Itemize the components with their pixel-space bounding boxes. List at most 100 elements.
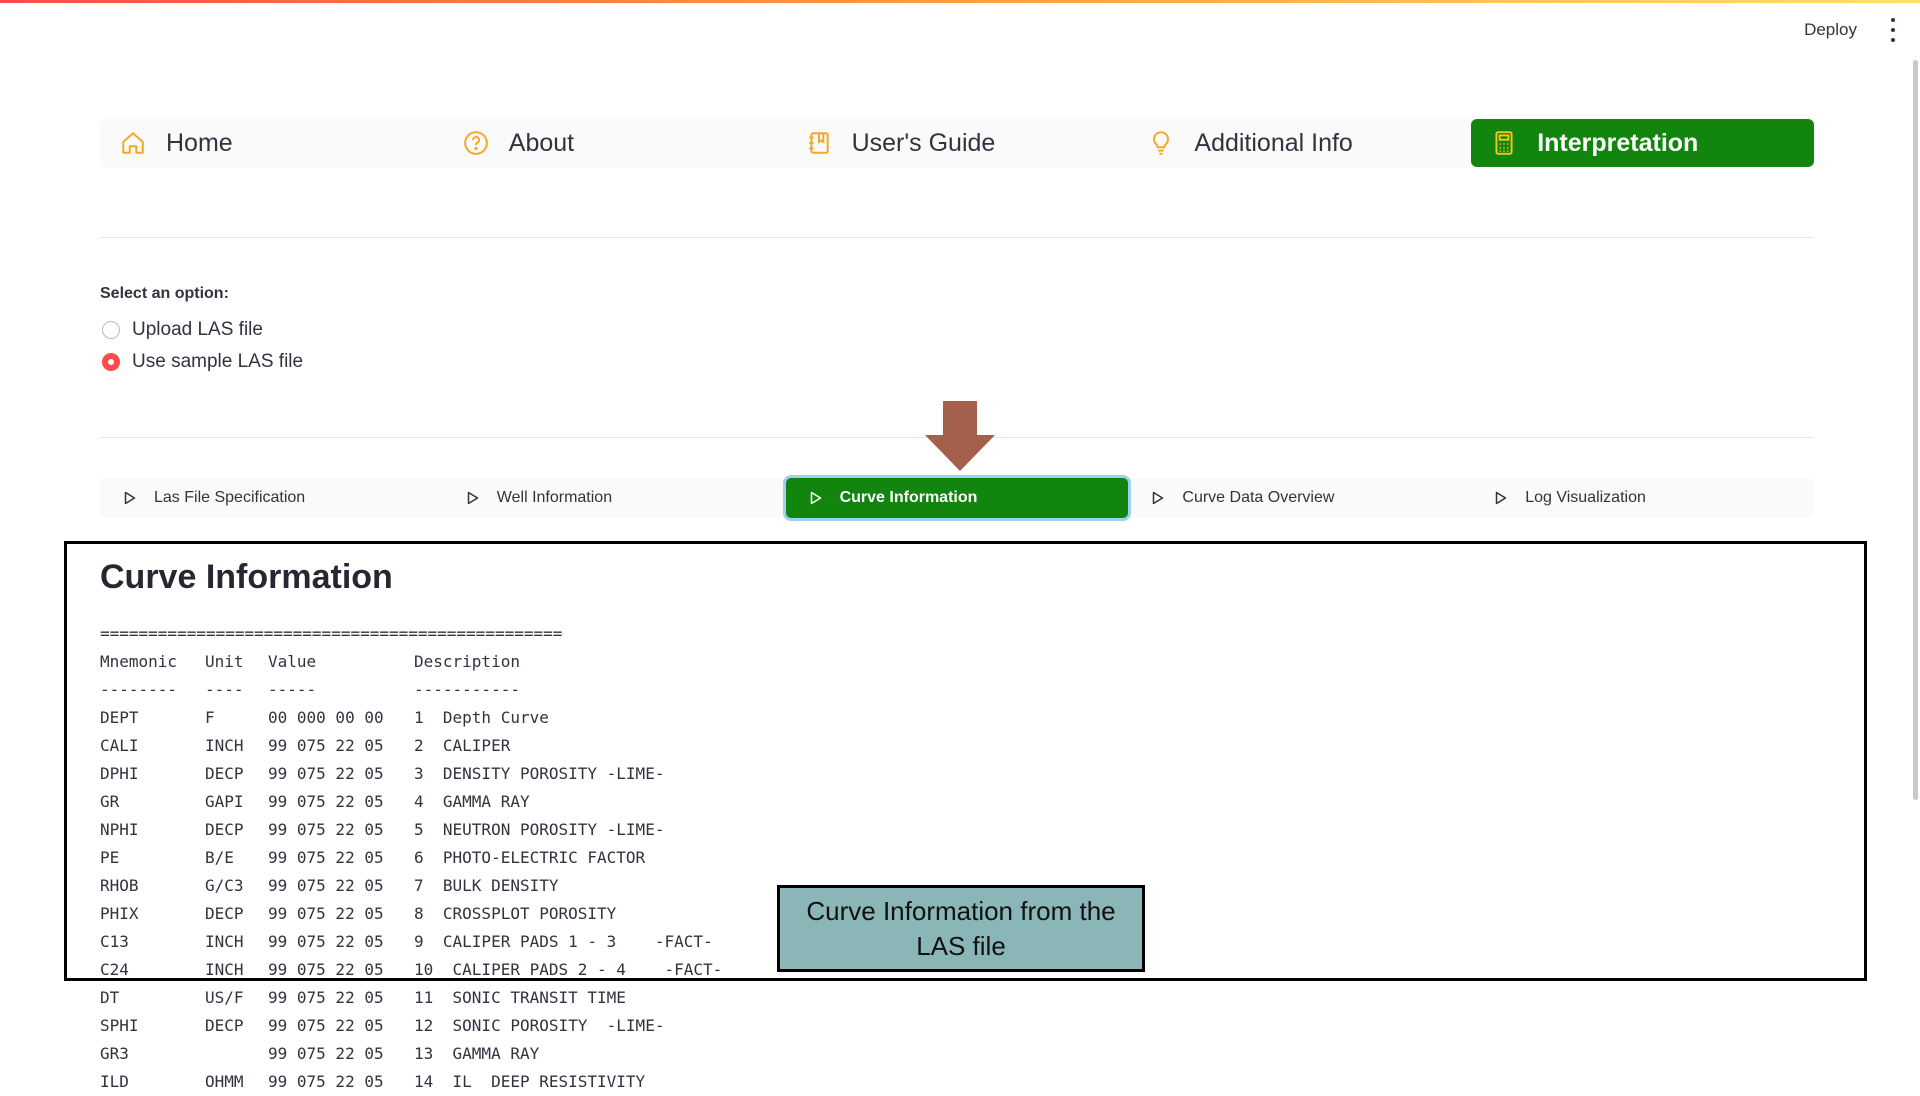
cell-value: 99 075 22 05 [268, 960, 384, 979]
cell-mnemonic: PHIX [100, 904, 139, 923]
table-row: C13 INCH 99 075 22 05 9 CALIPER PADS 1 - 3 … [100, 928, 722, 956]
radio-sample-las[interactable]: Use sample LAS file [102, 351, 303, 373]
cell-mnemonic: GR [100, 792, 120, 811]
scrollbar[interactable] [1912, 50, 1920, 1080]
calculator-icon [1491, 130, 1517, 156]
tab-label: Well Information [496, 489, 613, 506]
table-header-dashes: -------- ---- ----- ----------- [100, 676, 722, 704]
cell-description: 7 BULK DENSITY [414, 876, 559, 895]
header-unit: Unit [205, 652, 244, 671]
cell-mnemonic: PE [100, 848, 120, 867]
cell-unit: INCH [205, 932, 244, 951]
nav-item-additional-info[interactable]: Additional Info [1128, 119, 1471, 167]
table-row: C24 INCH 99 075 22 05 10 CALIPER PADS 2 - 4… [100, 956, 722, 984]
nav-label: Interpretation [1537, 128, 1699, 157]
tab-las-file-specification[interactable]: Las File Specification [100, 478, 443, 518]
deploy-button[interactable]: Deploy [1804, 20, 1857, 40]
nav-label: Additional Info [1194, 128, 1353, 157]
play-icon [467, 491, 479, 505]
tab-log-visualization[interactable]: Log Visualization [1471, 478, 1814, 518]
radio-button-selected[interactable] [102, 353, 120, 371]
play-icon [124, 491, 136, 505]
sub-tabs: Las File Specification Well Information … [100, 478, 1814, 518]
cell-mnemonic: CALI [100, 736, 139, 755]
question-circle-icon [463, 130, 489, 156]
header-mnemonic: Mnemonic [100, 652, 178, 671]
cell-value: 99 075 22 05 [268, 848, 384, 867]
cell-unit: G/C3 [205, 876, 244, 895]
cell-description: 4 GAMMA RAY [414, 792, 530, 811]
lightbulb-icon [1148, 130, 1174, 156]
down-arrow-icon [925, 401, 995, 471]
cell-mnemonic: DT [100, 988, 120, 1007]
main-menu-icon[interactable] [1886, 18, 1900, 42]
cell-unit: OHMM [205, 1072, 244, 1091]
table-row: GR GAPI 99 075 22 05 4 GAMMA RAY [100, 788, 722, 816]
play-icon [1495, 491, 1507, 505]
play-icon [810, 491, 822, 505]
cell-mnemonic: C24 [100, 960, 129, 979]
dashes-description: ----------- [414, 680, 520, 699]
curve-information-text: ========================================… [100, 620, 722, 1096]
cell-value: 99 075 22 05 [268, 764, 384, 783]
cell-description: 9 CALIPER PADS 1 - 3 -FACT- [414, 932, 713, 951]
table-row: ILD OHMM 99 075 22 05 14 IL DEEP RESISTIVIT… [100, 1068, 722, 1096]
scrollbar-thumb[interactable] [1913, 60, 1918, 800]
table-row: RHOB G/C3 99 075 22 05 7 BULK DENSITY [100, 872, 722, 900]
cell-value: 99 075 22 05 [268, 792, 384, 811]
separator-line: ========================================… [100, 624, 563, 643]
cell-mnemonic: NPHI [100, 820, 139, 839]
table-row: DPHI DECP 99 075 22 05 3 DENSITY POROSITY -… [100, 760, 722, 788]
cell-value: 99 075 22 05 [268, 932, 384, 951]
cell-mnemonic: DEPT [100, 708, 139, 727]
nav-item-home[interactable]: Home [100, 119, 443, 167]
cell-unit: DECP [205, 764, 244, 783]
tab-curve-data-overview[interactable]: Curve Data Overview [1128, 478, 1471, 518]
cell-description: 3 DENSITY POROSITY -LIME- [414, 764, 665, 783]
tab-label: Curve Data Overview [1182, 489, 1335, 506]
cell-value: 99 075 22 05 [268, 736, 384, 755]
nav-item-interpretation[interactable]: Interpretation [1471, 119, 1814, 167]
cell-unit: F [205, 708, 215, 727]
table-row: DT US/F 99 075 22 05 11 SONIC TRANSIT TIME [100, 984, 722, 1012]
dashes-value: ----- [268, 680, 317, 699]
tab-label: Curve Information [839, 489, 978, 506]
cell-value: 99 075 22 05 [268, 988, 384, 1007]
radio-label: Upload LAS file [132, 319, 263, 340]
cell-unit: US/F [205, 988, 244, 1007]
cell-value: 99 075 22 05 [268, 820, 384, 839]
dashes-unit: ---- [205, 680, 244, 699]
cell-unit: DECP [205, 820, 244, 839]
nav-item-users-guide[interactable]: User's Guide [786, 119, 1129, 167]
cell-value: 99 075 22 05 [268, 1016, 384, 1035]
top-decoration-bar [0, 0, 1920, 3]
section-title: Curve Information [100, 558, 393, 596]
nav-item-about[interactable]: About [443, 119, 786, 167]
table-row: GR3 99 075 22 05 13 GAMMA RAY [100, 1040, 722, 1068]
table-row: PHIX DECP 99 075 22 05 8 CROSSPLOT POROSITY [100, 900, 722, 928]
dashes-mnemonic: -------- [100, 680, 178, 699]
tab-label: Las File Specification [154, 489, 306, 506]
annotation-callout: Curve Information from the LAS file [777, 885, 1145, 972]
tab-well-information[interactable]: Well Information [443, 478, 786, 518]
radio-upload-las[interactable]: Upload LAS file [102, 319, 263, 341]
cell-mnemonic: RHOB [100, 876, 139, 895]
radio-label: Use sample LAS file [132, 351, 304, 372]
cell-value: 99 075 22 05 [268, 904, 384, 923]
cell-description: 13 GAMMA RAY [414, 1044, 540, 1063]
table-row: CALI INCH 99 075 22 05 2 CALIPER [100, 732, 722, 760]
cell-unit: DECP [205, 1016, 244, 1035]
table-row: PE B/E 99 075 22 05 6 PHOTO-ELECTRIC FACTOR [100, 844, 722, 872]
cell-mnemonic: ILD [100, 1072, 129, 1091]
tab-label: Log Visualization [1525, 489, 1646, 506]
cell-description: 14 IL DEEP RESISTIVITY [414, 1072, 646, 1091]
tab-curve-information[interactable]: Curve Information [785, 478, 1129, 518]
cell-mnemonic: GR3 [100, 1044, 129, 1063]
cell-description: 10 CALIPER PADS 2 - 4 -FACT- [414, 960, 723, 979]
cell-unit: GAPI [205, 792, 244, 811]
cell-description: 2 CALIPER [414, 736, 511, 755]
radio-button[interactable] [102, 321, 120, 339]
cell-value: 00 000 00 00 [268, 708, 384, 727]
header-value: Value [268, 652, 317, 671]
journal-icon [806, 130, 832, 156]
